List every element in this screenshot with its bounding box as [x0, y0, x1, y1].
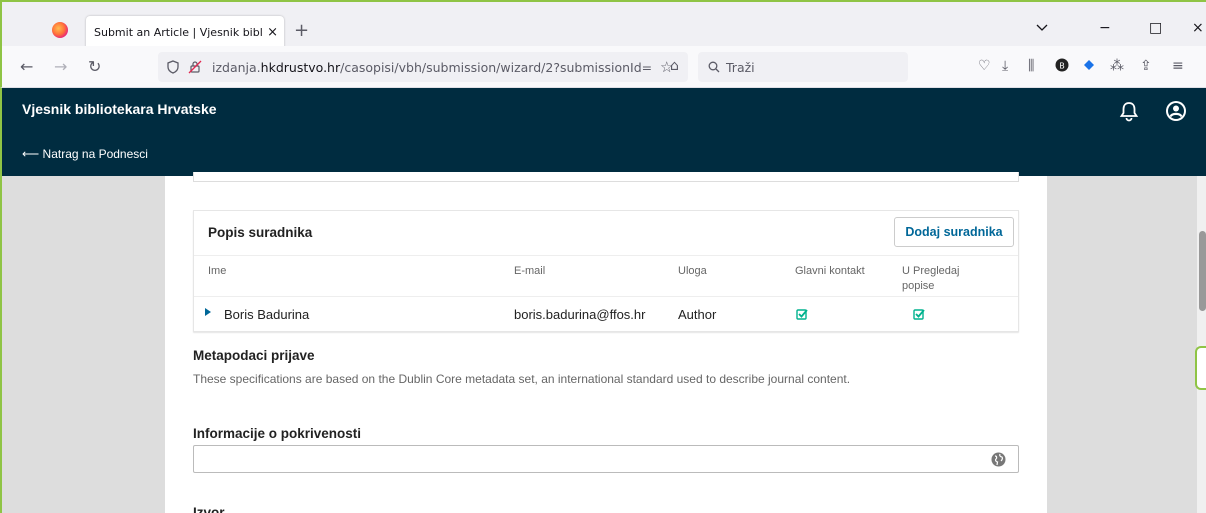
- tab-title: Submit an Article | Vjesnik bibliotek: [94, 25, 263, 39]
- downloads-icon[interactable]: ⤓: [1002, 58, 1008, 74]
- extension-diamond-icon[interactable]: [1082, 58, 1096, 76]
- search-placeholder: Traži: [726, 59, 755, 75]
- contributor-email: boris.badurina@ffos.hr: [514, 307, 646, 322]
- share-icon[interactable]: ⇪: [1140, 58, 1152, 74]
- menu-icon[interactable]: ≡: [1172, 58, 1184, 74]
- browser-tab[interactable]: Submit an Article | Vjesnik bibliotek ×: [86, 16, 284, 48]
- contributor-name: Boris Badurina: [224, 307, 310, 322]
- back-arrow-icon[interactable]: ←: [20, 57, 33, 76]
- list-tabs-icon[interactable]: [1036, 20, 1048, 36]
- pocket-icon[interactable]: ♡: [978, 58, 991, 74]
- new-tab-button[interactable]: +: [294, 22, 309, 40]
- contributors-header-row: Ime E-mail Uloga Glavni kontakt U Pregle…: [194, 255, 1018, 297]
- contributors-panel: Popis suradnika Dodaj suradnika Ime E-ma…: [193, 210, 1019, 332]
- contributors-title: Popis suradnika: [208, 225, 313, 240]
- svg-text:B: B: [1059, 62, 1065, 71]
- add-contributor-button[interactable]: Dodaj suradnika: [894, 217, 1014, 247]
- maximize-button[interactable]: □: [1149, 20, 1162, 36]
- coverage-label: Informacije o pokrivenosti: [193, 426, 362, 441]
- browser-tab-bar: Submit an Article | Vjesnik bibliotek × …: [0, 0, 1206, 48]
- in-browse-check-icon: [913, 309, 925, 320]
- library-icon[interactable]: ⫼: [1028, 58, 1034, 74]
- primary-contact-check-icon: [796, 309, 808, 320]
- source-label: Izvor: [193, 505, 225, 513]
- search-icon: [708, 61, 720, 73]
- coverage-input[interactable]: [193, 445, 1019, 473]
- reload-icon[interactable]: ↻: [88, 57, 101, 76]
- previous-field-box: [193, 172, 1019, 182]
- language-globe-icon[interactable]: [991, 452, 1006, 467]
- main-content: Popis suradnika Dodaj suradnika Ime E-ma…: [165, 172, 1047, 513]
- user-account-icon[interactable]: [1165, 100, 1187, 122]
- tab-close-icon[interactable]: ×: [267, 25, 278, 40]
- column-header-primary-contact: Glavni kontakt: [795, 265, 865, 277]
- column-header-name: Ime: [208, 265, 227, 277]
- column-header-in-browse: U Pregledaj popise: [902, 265, 960, 292]
- browser-nav-bar: ← → ↻ izdanja.hkdrustvo.hr/casopisi/vbh/…: [0, 46, 1206, 88]
- search-box[interactable]: Traži: [698, 52, 908, 82]
- firefox-logo-icon: [52, 22, 68, 38]
- minimize-button[interactable]: −: [1099, 20, 1111, 36]
- column-header-email: E-mail: [514, 265, 546, 277]
- site-title[interactable]: Vjesnik bibliotekara Hrvatske: [22, 101, 217, 117]
- translate-icon[interactable]: ⁂: [1110, 58, 1124, 74]
- metadata-section-title: Metapodaci prijave: [193, 348, 315, 363]
- contributor-row[interactable]: Boris Badurina boris.badurina@ffos.hr Au…: [194, 297, 1018, 331]
- url-bar[interactable]: izdanja.hkdrustvo.hr/casopisi/vbh/submis…: [158, 52, 688, 82]
- column-header-role: Uloga: [678, 265, 707, 277]
- app-header: Vjesnik bibliotekara Hrvatske ⟵ Natrag n…: [0, 88, 1206, 176]
- scrollbar-thumb[interactable]: [1199, 231, 1206, 311]
- back-to-submissions-link[interactable]: ⟵ Natrag na Podnesci: [22, 147, 148, 161]
- window-close-button[interactable]: ×: [1192, 20, 1204, 36]
- contributor-role: Author: [678, 307, 717, 322]
- metadata-description: These specifications are based on the Du…: [193, 372, 851, 386]
- page-scrollbar[interactable]: [1197, 176, 1206, 513]
- forward-arrow-icon[interactable]: →: [54, 57, 67, 76]
- shield-icon[interactable]: [166, 60, 180, 74]
- notifications-bell-icon[interactable]: [1118, 100, 1140, 122]
- expand-row-icon[interactable]: [205, 308, 211, 316]
- url-text[interactable]: izdanja.hkdrustvo.hr/casopisi/vbh/submis…: [212, 60, 652, 75]
- home-icon[interactable]: ⌂: [670, 58, 679, 74]
- page-background: Popis suradnika Dodaj suradnika Ime E-ma…: [0, 172, 1206, 513]
- side-widget-tab[interactable]: [1195, 346, 1206, 390]
- insecure-lock-icon[interactable]: [188, 60, 202, 74]
- extension-b-icon[interactable]: B: [1055, 58, 1069, 76]
